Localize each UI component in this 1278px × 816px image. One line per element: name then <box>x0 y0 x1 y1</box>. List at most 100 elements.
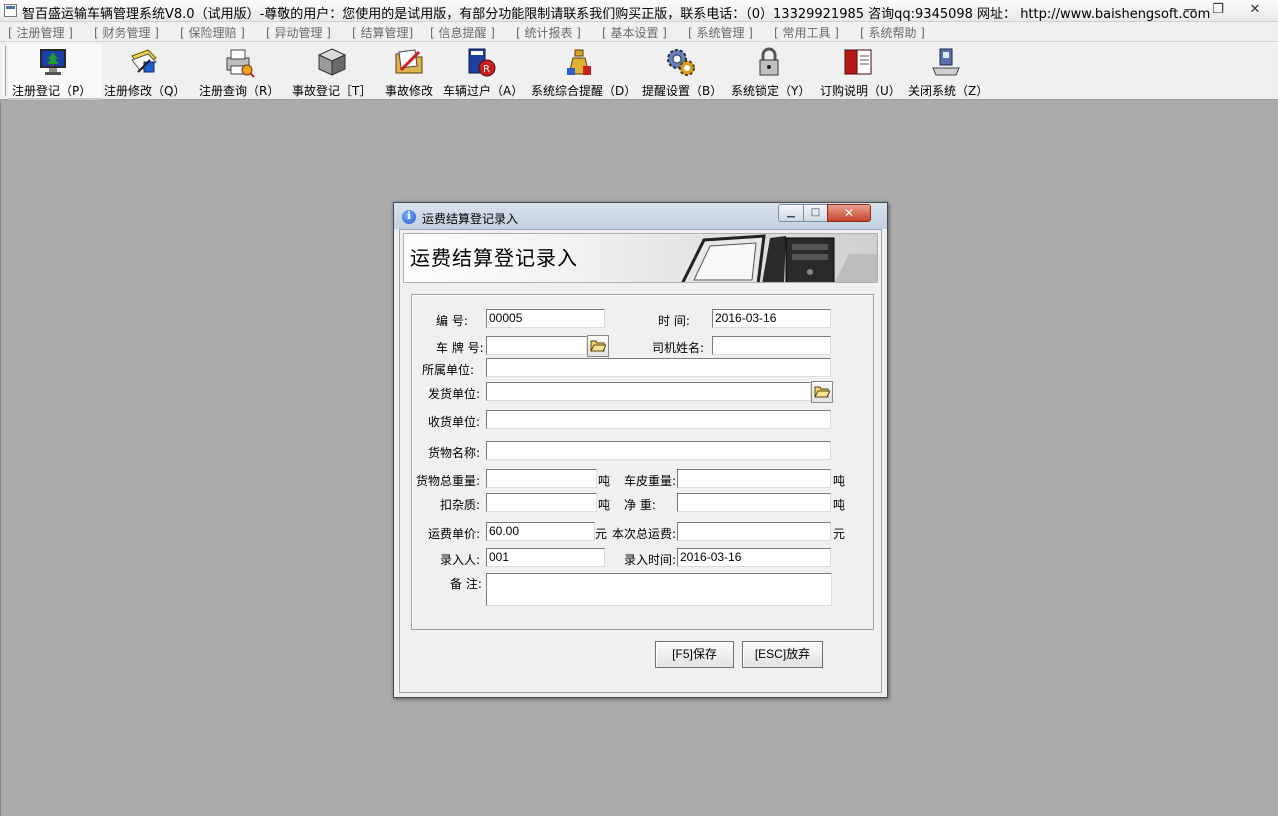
menu-basic-settings[interactable]: [ 基本设置 ] <box>602 24 667 41</box>
net-weight-field[interactable] <box>677 493 831 512</box>
app-title: 智百盛运输车辆管理系统V8.0（试用版）-尊敬的用户：您使用的是试用版，有部分功… <box>22 7 1211 22</box>
tare-weight-label: 车皮重量: <box>624 474 677 488</box>
toolbar-vehicle-transfer-button[interactable]: R 车辆过户（A） <box>443 44 527 100</box>
goods-name-label: 货物名称: <box>428 446 481 460</box>
package-box-icon <box>317 48 347 76</box>
toolbar-reminder-settings-button[interactable]: 提醒设置（B） <box>642 44 724 100</box>
minimize-button[interactable]: — <box>1176 1 1204 19</box>
dialog-body: 运费结算登记录入 编 号: 00005 时 间: 2016-03-16 车 牌 … <box>399 229 882 693</box>
menu-reminder[interactable]: [ 信息提醒 ] <box>430 24 495 41</box>
driver-field[interactable] <box>712 336 831 355</box>
toolbar-order-info-label: 订购说明（U） <box>820 84 901 98</box>
menu-tools[interactable]: [ 常用工具 ] <box>774 24 839 41</box>
unit-field[interactable] <box>486 358 831 377</box>
toolbar-accident-edit-label: 事故修改 <box>385 84 434 98</box>
impurity-label: 扣杂质: <box>440 498 481 512</box>
menu-settlement[interactable]: [ 结算管理] <box>352 24 413 41</box>
form-panel: 编 号: 00005 时 间: 2016-03-16 车 牌 号: 司机姓名: … <box>411 294 874 630</box>
toolbar-close-system-label: 关闭系统（Z） <box>908 84 989 98</box>
order-book-icon <box>844 49 872 75</box>
toolbar-system-reminder-label: 系统综合提醒（D） <box>531 84 637 98</box>
dialog-close-button[interactable]: ✕ <box>827 204 871 222</box>
dialog-maximize-button[interactable]: □ <box>803 204 828 222</box>
shutdown-computer-icon <box>932 48 960 76</box>
unit-price-field[interactable]: 60.00 <box>486 522 595 541</box>
number-label: 编 号: <box>436 314 468 328</box>
dialog-banner: 运费结算登记录入 <box>403 233 878 283</box>
number-field[interactable]: 00005 <box>486 309 605 328</box>
toolbar-register-query-button[interactable]: 注册查询（R） <box>199 44 287 100</box>
toolbar-system-lock-label: 系统锁定（Y） <box>731 84 811 98</box>
total-fee-unit: 元 <box>833 527 846 541</box>
plate-browse-button[interactable] <box>587 335 609 357</box>
query-printer-icon <box>226 49 255 78</box>
open-folder-icon <box>814 386 830 398</box>
menu-reports[interactable]: [ 统计报表 ] <box>516 24 581 41</box>
menu-registration[interactable]: [ 注册管理 ] <box>8 24 73 41</box>
total-fee-label: 本次总运费: <box>612 527 677 541</box>
menu-bar: [ 注册管理 ] [ 财务管理 ] [ 保险理赔 ] [ 异动管理 ] [ 结算… <box>0 22 1278 42</box>
menu-help[interactable]: [ 系统帮助 ] <box>860 24 925 41</box>
entry-time-label: 录入时间: <box>624 553 677 567</box>
entered-by-field[interactable]: 001 <box>486 548 605 567</box>
open-folder-icon <box>590 340 606 352</box>
remark-field[interactable] <box>486 573 832 606</box>
time-label: 时 间: <box>658 314 690 328</box>
toolbar-accident-register-button[interactable]: 事故登记［T］ <box>292 44 378 100</box>
shipper-browse-button[interactable] <box>811 381 833 403</box>
toolbar-system-reminder-button[interactable]: 系统综合提醒（D） <box>531 44 637 100</box>
unit-price-unit: 元 <box>595 527 608 541</box>
toolbar-register-query-label: 注册查询（R） <box>199 84 280 98</box>
shipper-field[interactable] <box>486 382 811 401</box>
entry-time-field[interactable]: 2016-03-16 <box>677 548 831 567</box>
toolbar-vehicle-transfer-label: 车辆过户（A） <box>443 84 524 98</box>
svg-text:R: R <box>483 64 490 75</box>
settings-gear-icon <box>667 49 695 76</box>
gross-weight-field[interactable] <box>486 469 597 488</box>
menu-system-management[interactable]: [ 系统管理 ] <box>688 24 753 41</box>
save-button[interactable]: [F5]保存 <box>655 641 734 668</box>
close-button[interactable]: ✕ <box>1238 1 1272 19</box>
folder-edit-icon <box>395 49 423 74</box>
toolbar-register-edit-button[interactable]: 注册修改（Q） <box>104 44 194 100</box>
plate-field[interactable] <box>486 336 587 355</box>
gross-weight-label: 货物总重量: <box>416 474 481 488</box>
computer-illustration-icon <box>681 234 877 282</box>
menu-insurance[interactable]: [ 保险理赔 ] <box>180 24 245 41</box>
toolbar-close-system-button[interactable]: 关闭系统（Z） <box>908 44 989 100</box>
toolbar-order-info-button[interactable]: 订购说明（U） <box>820 44 901 100</box>
plate-label: 车 牌 号: <box>436 341 484 355</box>
reminder-bell-icon <box>567 49 591 75</box>
gross-weight-unit: 吨 <box>598 474 611 488</box>
receiver-field[interactable] <box>486 410 831 429</box>
impurity-field[interactable] <box>486 493 597 512</box>
toolbar-reminder-settings-label: 提醒设置（B） <box>642 84 723 98</box>
toolbar-register-button[interactable]: 注册登记（P） <box>8 44 102 100</box>
toolbar-grip[interactable] <box>3 46 6 96</box>
cancel-button[interactable]: [ESC]放弃 <box>742 641 823 668</box>
toolbar-system-lock-button[interactable]: 系统锁定（Y） <box>731 44 811 100</box>
driver-label: 司机姓名: <box>652 341 705 355</box>
tare-weight-field[interactable] <box>677 469 831 488</box>
time-field[interactable]: 2016-03-16 <box>712 309 831 328</box>
unit-label: 所属单位: <box>422 363 475 377</box>
edit-document-icon <box>131 49 157 73</box>
total-fee-field[interactable] <box>677 522 831 541</box>
dialog-title-bar[interactable]: i 运费结算登记录入 ▁ □ ✕ <box>394 203 887 229</box>
dialog-minimize-button[interactable]: ▁ <box>778 204 804 222</box>
goods-name-field[interactable] <box>486 441 831 460</box>
app-icon[interactable] <box>4 4 17 17</box>
menu-transfer[interactable]: [ 异动管理 ] <box>266 24 331 41</box>
toolbar-accident-edit-button[interactable]: 事故修改 <box>385 44 437 100</box>
banner-title: 运费结算登记录入 <box>410 246 578 270</box>
dialog-title: 运费结算登记录入 <box>422 212 519 226</box>
toolbar-accident-register-label: 事故登记［T］ <box>292 84 372 98</box>
tare-weight-unit: 吨 <box>833 474 846 488</box>
impurity-unit: 吨 <box>598 498 611 512</box>
shipper-label: 发货单位: <box>428 387 481 401</box>
restore-button[interactable]: ❐ <box>1204 1 1232 19</box>
toolbar: 注册登记（P） 注册修改（Q） 注册查询（R） 事故登记［T］ 事故修改 R 车… <box>0 42 1278 100</box>
menu-finance[interactable]: [ 财务管理 ] <box>94 24 159 41</box>
unit-price-label: 运费单价: <box>428 527 481 541</box>
receiver-label: 收货单位: <box>428 415 481 429</box>
